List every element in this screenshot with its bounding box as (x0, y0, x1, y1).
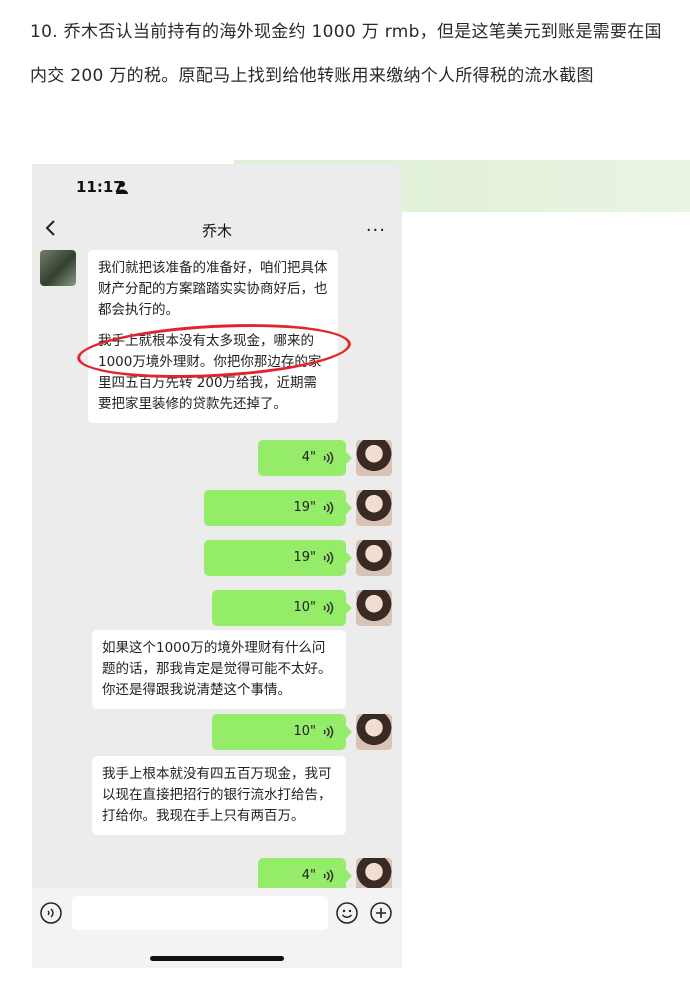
plus-icon[interactable] (370, 902, 392, 924)
input-bar (32, 888, 402, 968)
person-icon (116, 181, 128, 194)
voice-message-bubble[interactable]: 19" (204, 540, 352, 576)
incoming-message-bubble: 我们就把该准备的准备好，咱们把具体财产分配的方案踏踏实实协商好后，也都会执行的。… (88, 250, 338, 423)
more-dots-icon[interactable]: ··· (366, 220, 386, 241)
voice-duration: 19" (293, 500, 316, 515)
chat-screenshot: 11:17 乔木 ··· 我们就把该准备的准备好，咱们把具体财产分配的方案踏踏实… (32, 164, 402, 968)
chat-header: 乔木 ··· (32, 210, 402, 250)
voice-wave-icon (323, 501, 334, 515)
self-avatar (356, 590, 392, 626)
incoming-message-bubble: 我手上根本就没有四五百万现金，我可以现在直接把招行的银行流水打给告，打给你。我现… (92, 756, 346, 835)
voice-duration: 10" (293, 600, 316, 615)
home-indicator (150, 956, 284, 961)
self-avatar (356, 714, 392, 750)
contact-avatar[interactable] (40, 250, 76, 286)
self-avatar (356, 490, 392, 526)
voice-duration: 19" (293, 550, 316, 565)
incoming-message-bubble: 如果这个1000万的境外理财有什么问题的话，那我肯定是觉得可能不太好。你还是得跟… (92, 630, 346, 709)
voice-duration: 4" (301, 868, 316, 883)
voice-toggle-icon[interactable] (40, 902, 62, 924)
chat-title: 乔木 (201, 222, 232, 240)
voice-wave-icon (323, 551, 334, 565)
emoji-icon[interactable] (336, 902, 358, 924)
self-avatar (356, 440, 392, 476)
voice-wave-icon (323, 869, 334, 883)
voice-duration: 4" (301, 450, 316, 465)
voice-duration: 10" (293, 724, 316, 739)
article-text: 10. 乔木否认当前持有的海外现金约 1000 万 rmb，但是这笔美元到账是需… (30, 22, 662, 86)
message-text: 我手上就根本没有太多现金，哪来的1000万境外理财。你把你那边存的家里四五百万先… (98, 333, 322, 412)
message-text: 我手上根本就没有四五百万现金，我可以现在直接把招行的银行流水打给告，打给你。我现… (102, 766, 332, 824)
voice-wave-icon (323, 725, 334, 739)
voice-message-bubble[interactable]: 4" (258, 440, 352, 476)
voice-message-bubble[interactable]: 19" (204, 490, 352, 526)
message-text: 如果这个1000万的境外理财有什么问题的话，那我肯定是觉得可能不太好。你还是得跟… (102, 640, 332, 698)
message-input[interactable] (72, 896, 328, 930)
message-text: 我们就把该准备的准备好，咱们把具体财产分配的方案踏踏实实协商好后，也都会执行的。 (98, 260, 328, 318)
status-bar: 11:17 (32, 164, 402, 210)
voice-wave-icon (323, 451, 334, 465)
voice-message-bubble[interactable]: 10" (212, 590, 352, 626)
voice-message-bubble[interactable]: 10" (212, 714, 352, 750)
voice-wave-icon (323, 601, 334, 615)
self-avatar (356, 540, 392, 576)
